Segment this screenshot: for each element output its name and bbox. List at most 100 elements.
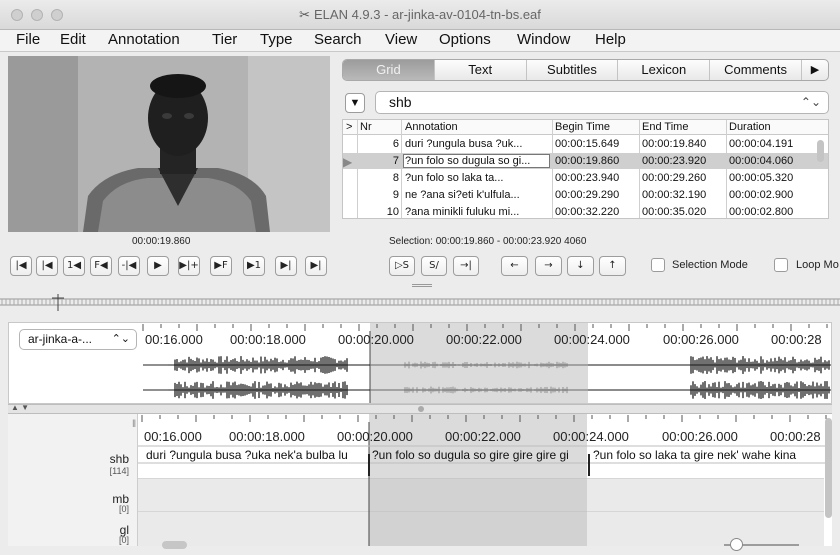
previous-one-button[interactable]: 1◀	[63, 256, 85, 276]
row-begin: 00:00:32.220	[555, 206, 620, 218]
timeline-annotation-viewer[interactable]: ‖ shb [114] mb [0] gl [0] 00:16.000 00:0…	[8, 414, 832, 546]
up-arrow-button[interactable]: ↑	[599, 256, 626, 276]
tab-text[interactable]: Text	[435, 60, 527, 80]
row-duration: 00:00:02.900	[729, 189, 794, 201]
menu-bar: File Edit Annotation Tier Type Search Vi…	[0, 30, 840, 52]
row-end: 00:00:32.190	[642, 189, 707, 201]
table-row-selected[interactable]: ▶ 7 ?un folo so dugula so gi... 00:00:19…	[343, 153, 828, 169]
menu-type[interactable]: Type	[260, 31, 293, 48]
row-duration: 00:00:04.060	[729, 155, 794, 167]
waveform-graphic	[142, 324, 831, 403]
annotation-block[interactable]: duri ?ungula busa ?uka nek'a bulba lu	[146, 448, 368, 462]
annotation-block[interactable]: ?un folo so laka ta gire nek' wahe kina	[593, 448, 824, 462]
tier-select[interactable]: shb ⌃⌄	[375, 91, 829, 114]
tab-lexicon[interactable]: Lexicon	[618, 60, 711, 80]
menu-edit[interactable]: Edit	[60, 31, 86, 48]
row-annotation: ?un folo so laka ta...	[405, 172, 504, 184]
menu-view[interactable]: View	[385, 31, 417, 48]
row-begin: 00:00:19.860	[555, 155, 620, 167]
loop-mode-label: Loop Mo	[796, 259, 839, 271]
row-end: 00:00:23.920	[642, 155, 707, 167]
menu-file[interactable]: File	[16, 31, 40, 48]
row-begin: 00:00:15.649	[555, 138, 620, 150]
grid-menu-toggle-icon[interactable]: ▼	[345, 93, 365, 113]
waveform-viewer[interactable]: ar-jinka-a-... ⌃⌄ 00:16.000 00:00:18.000…	[8, 322, 832, 404]
col-marker-header: >	[346, 121, 353, 133]
annotation-block-selected[interactable]: ?un folo so dugula so gire gire gire gi	[372, 448, 588, 462]
menu-window[interactable]: Window	[517, 31, 570, 48]
row-annotation-editing[interactable]: ?un folo so dugula so gi...	[403, 154, 550, 168]
row-nr: 6	[392, 138, 399, 150]
divider-grip-icon[interactable]	[418, 406, 424, 412]
row-nr: 8	[392, 172, 399, 184]
selection-mode-checkbox[interactable]	[651, 258, 665, 272]
menu-annotation[interactable]: Annotation	[108, 31, 180, 48]
viewer-tabs: Grid Text Subtitles Lexicon Comments ▶	[342, 59, 829, 81]
menu-options[interactable]: Options	[439, 31, 491, 48]
annotation-scrollbar[interactable]	[825, 418, 832, 518]
viewer-divider[interactable]: ▲ ▼	[8, 403, 832, 414]
col-duration-header[interactable]: Duration	[729, 121, 771, 133]
speaker-video-frame	[8, 56, 330, 232]
panel-splitter[interactable]	[412, 284, 432, 287]
down-arrow-button[interactable]: ↓	[567, 256, 594, 276]
play-button[interactable]: ▶	[147, 256, 169, 276]
col-nr-header[interactable]: Nr	[360, 121, 372, 133]
video-viewer[interactable]	[8, 56, 330, 232]
play-selection-button[interactable]: ▷S	[389, 256, 415, 276]
table-header: > Nr Annotation Begin Time End Time Dura…	[343, 120, 828, 135]
ruler-label: 00:00:22.000	[445, 429, 521, 444]
selection-boundary-button[interactable]: →|	[453, 256, 479, 276]
tier-select-value: shb	[389, 94, 412, 110]
clear-selection-button[interactable]: S/	[421, 256, 447, 276]
row-end: 00:00:19.840	[642, 138, 707, 150]
row-end: 00:00:29.260	[642, 172, 707, 184]
row-duration: 00:00:05.320	[729, 172, 794, 184]
next-one-button[interactable]: ▶1	[243, 256, 265, 276]
elan-window: ✂ ELAN 4.9.3 - ar-jinka-av-0104-tn-bs.eaf…	[0, 0, 840, 555]
tab-subtitles[interactable]: Subtitles	[527, 60, 619, 80]
table-row[interactable]: 6 duri ?ungula busa ?uk... 00:00:15.649 …	[343, 136, 828, 152]
col-begin-header[interactable]: Begin Time	[555, 121, 610, 133]
left-arrow-button[interactable]: ←	[501, 256, 528, 276]
window-title: ✂ ELAN 4.9.3 - ar-jinka-av-0104-tn-bs.eaf	[299, 7, 541, 22]
col-annotation-header[interactable]: Annotation	[405, 121, 458, 133]
menu-search[interactable]: Search	[314, 31, 362, 48]
table-row[interactable]: 8 ?un folo so laka ta... 00:00:23.940 00…	[343, 170, 828, 186]
table-row[interactable]: 10 ?ana minikli fuluku mi... 00:00:32.22…	[343, 204, 828, 218]
tabs-more-arrow-icon[interactable]: ▶	[802, 60, 828, 80]
ruler-label: 00:00:26.000	[662, 429, 738, 444]
next-f-button[interactable]: ▶F	[210, 256, 232, 276]
grid-scrollbar[interactable]	[817, 140, 824, 162]
ruler-label: 00:00:20.000	[337, 429, 413, 444]
zoom-slider-knob[interactable]	[730, 538, 743, 551]
tab-comments[interactable]: Comments	[710, 60, 802, 80]
right-arrow-button[interactable]: →	[535, 256, 562, 276]
selection-info: Selection: 00:00:19.860 - 00:00:23.920 4…	[389, 236, 587, 247]
col-end-header[interactable]: End Time	[642, 121, 688, 133]
previous-pixel-button[interactable]: -|◀	[118, 256, 140, 276]
loop-mode-checkbox[interactable]	[774, 258, 788, 272]
timeline-horizontal-scrollbar[interactable]	[162, 541, 187, 549]
row-annotation: ne ?ana si?eti k'ulfula...	[405, 189, 520, 201]
selection-mode-label: Selection Mode	[672, 259, 748, 271]
row-nr: 7	[392, 155, 399, 167]
ruler-label: 00:16.000	[144, 429, 202, 444]
row-duration: 00:00:04.191	[729, 138, 794, 150]
row-annotation: duri ?ungula busa ?uk...	[405, 138, 523, 150]
previous-f-button[interactable]: F◀	[90, 256, 112, 276]
collapse-arrows-icon[interactable]: ▲ ▼	[11, 403, 29, 412]
tab-grid[interactable]: Grid	[343, 60, 435, 80]
row-nr: 9	[392, 189, 399, 201]
row-begin: 00:00:23.940	[555, 172, 620, 184]
next-pixel-button[interactable]: ▶|+	[178, 256, 200, 276]
timeline-overview-ruler[interactable]	[0, 294, 840, 312]
menu-help[interactable]: Help	[595, 31, 626, 48]
previous-frame-button[interactable]: |◀	[36, 256, 58, 276]
go-to-end-button[interactable]: ▶|	[305, 256, 327, 276]
go-to-begin-button[interactable]: |◀	[10, 256, 32, 276]
table-row[interactable]: 9 ne ?ana si?eti k'ulfula... 00:00:29.29…	[343, 187, 828, 203]
next-frame-button[interactable]: ▶|	[275, 256, 297, 276]
menu-tier[interactable]: Tier	[212, 31, 237, 48]
title-bar: ✂ ELAN 4.9.3 - ar-jinka-av-0104-tn-bs.eaf	[0, 0, 840, 30]
